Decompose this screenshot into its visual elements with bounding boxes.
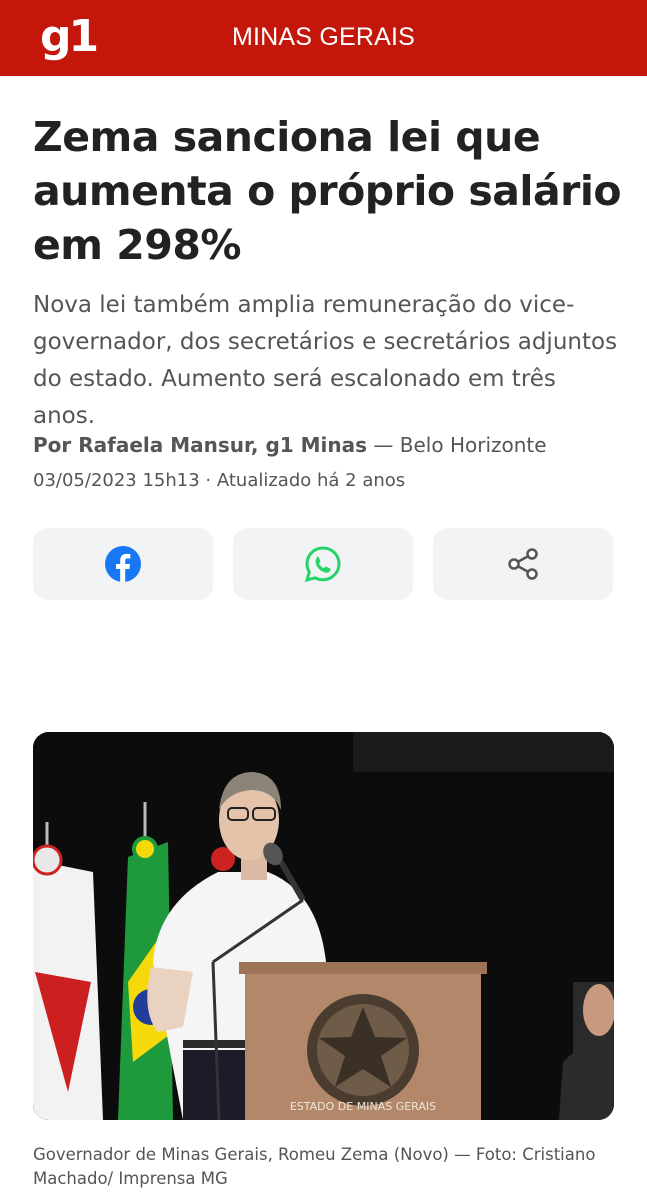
author-name[interactable]: Por Rafaela Mansur, g1 Minas [33,433,367,457]
byline: Por Rafaela Mansur, g1 Minas — Belo Hori… [33,428,623,462]
article-subtitle: Nova lei também amplia remuneração do vi… [33,292,618,429]
photo-caption: Governador de Minas Gerais, Romeu Zema (… [33,1145,596,1188]
publish-date: 03/05/2023 15h13 · Atualizado há 2 anos [33,470,406,491]
whatsapp-icon [304,545,342,583]
article-photo[interactable]: ESTADO DE MINAS GERAIS [33,732,614,1120]
facebook-icon [105,546,141,582]
podium: ESTADO DE MINAS GERAIS [239,962,487,1120]
facebook-share-button[interactable] [33,528,213,600]
byline-location: — Belo Horizonte [367,433,547,457]
seal-text: ESTADO DE MINAS GERAIS [290,1100,436,1113]
article-headline: Zema sanciona lei que aumenta o próprio … [33,113,622,269]
share-button[interactable] [433,528,613,600]
section-title[interactable]: MINAS GERAIS [0,20,647,54]
whatsapp-share-button[interactable] [233,528,413,600]
top-bar: g1 MINAS GERAIS [0,0,647,76]
share-icon [505,546,541,582]
